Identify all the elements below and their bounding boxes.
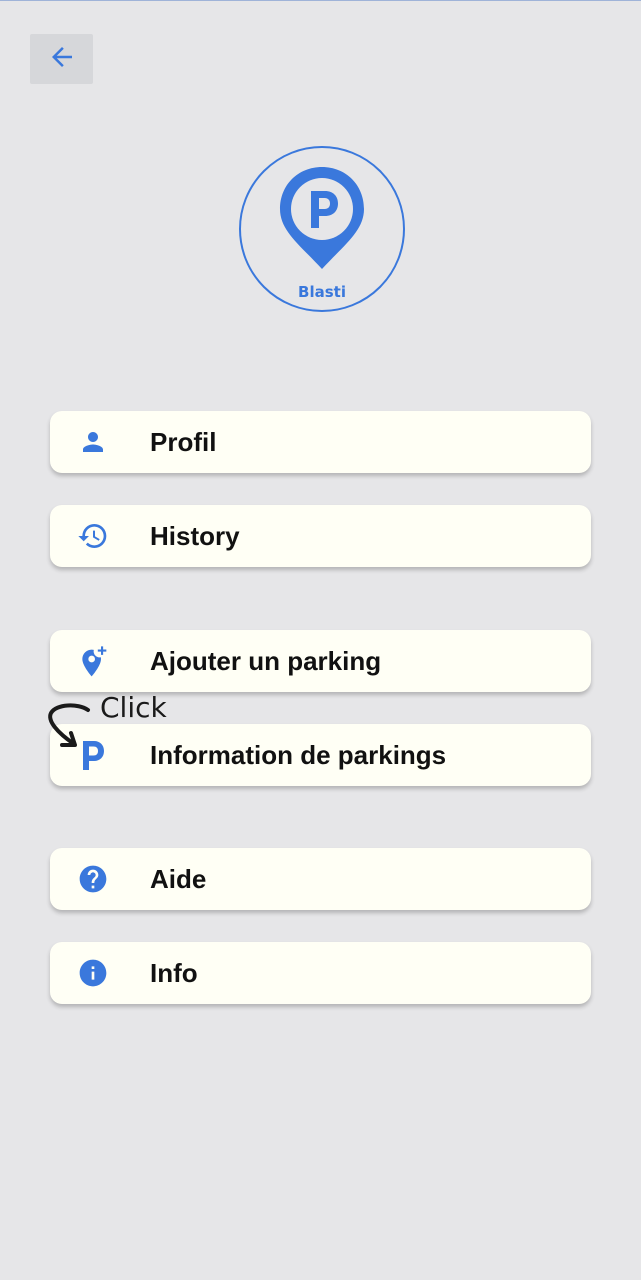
person-icon: [77, 426, 109, 458]
parking-pin-icon: [278, 165, 366, 276]
menu-item-aide[interactable]: Aide: [50, 848, 591, 910]
menu-item-label: Information de parkings: [150, 740, 447, 770]
curved-arrow-icon: [44, 701, 94, 762]
menu-item-label: Info: [150, 958, 198, 988]
menu-item-profil[interactable]: Profil: [50, 411, 591, 473]
add-location-icon: [77, 645, 109, 677]
menu-item-label: Profil: [150, 427, 217, 457]
app-logo: Blasti: [239, 146, 405, 312]
menu-item-information-parkings[interactable]: Information de parkings: [50, 724, 591, 786]
arrow-left-icon: [47, 42, 77, 77]
menu-item-history[interactable]: History: [50, 505, 591, 567]
menu-item-label: Ajouter un parking: [150, 646, 382, 676]
menu-item-label: History: [150, 521, 240, 551]
history-icon: [77, 520, 109, 552]
click-annotation-text: Click: [100, 691, 167, 724]
menu-item-info[interactable]: Info: [50, 942, 591, 1004]
menu-item-ajouter-parking[interactable]: Ajouter un parking: [50, 630, 591, 692]
logo-text: Blasti: [298, 283, 346, 301]
info-icon: [77, 957, 109, 989]
back-button[interactable]: [30, 34, 93, 84]
help-icon: [77, 863, 109, 895]
menu-item-label: Aide: [150, 864, 207, 894]
